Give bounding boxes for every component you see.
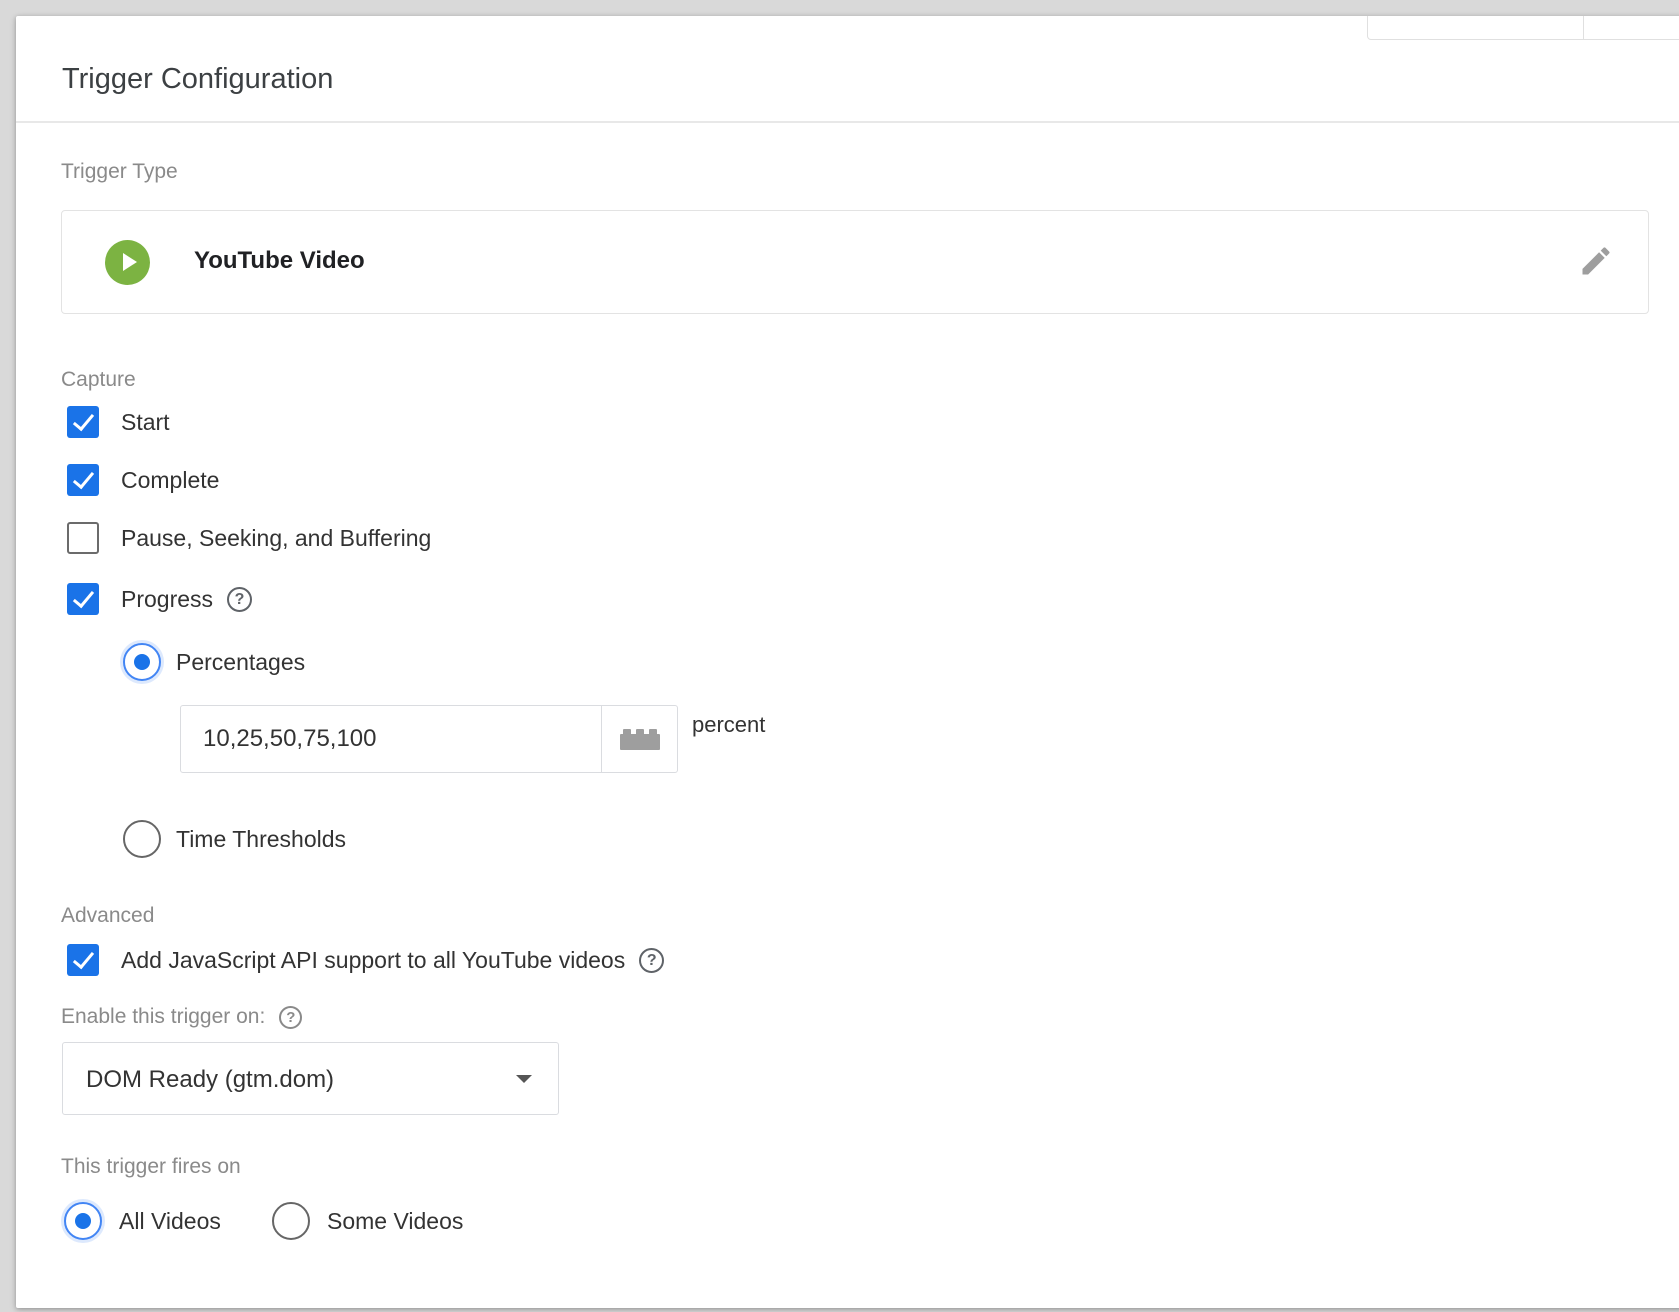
- start-checkbox[interactable]: [67, 406, 99, 438]
- chevron-down-icon: [516, 1075, 532, 1083]
- capture-complete-row[interactable]: Complete: [67, 464, 219, 496]
- percentages-input[interactable]: 10,25,50,75,100: [180, 705, 678, 773]
- time-thresholds-option[interactable]: Time Thresholds: [123, 820, 346, 858]
- enable-trigger-help-icon[interactable]: ?: [279, 1005, 303, 1029]
- js-api-row[interactable]: Add JavaScript API support to all YouTub…: [67, 944, 665, 976]
- time-thresholds-label: Time Thresholds: [176, 825, 347, 852]
- progress-label: Progress: [121, 585, 214, 612]
- some-videos-label: Some Videos: [327, 1207, 464, 1234]
- pause-seeking-buffering-checkbox[interactable]: [67, 522, 99, 554]
- js-api-help-icon[interactable]: ?: [639, 947, 665, 973]
- trigger-type-name: YouTube Video: [194, 247, 365, 274]
- some-videos-option[interactable]: Some Videos: [272, 1202, 463, 1240]
- percentages-radio[interactable]: [123, 643, 161, 681]
- time-thresholds-radio[interactable]: [123, 820, 161, 858]
- insert-variable-button[interactable]: [601, 706, 677, 772]
- pause-seeking-buffering-label: Pause, Seeking, and Buffering: [121, 524, 432, 551]
- enable-trigger-label: Enable this trigger on:: [61, 1005, 266, 1028]
- percentages-option[interactable]: Percentages: [123, 643, 305, 681]
- enable-trigger-dropdown[interactable]: DOM Ready (gtm.dom): [62, 1042, 559, 1115]
- trigger-type-selector[interactable]: YouTube Video: [61, 210, 1649, 314]
- js-api-label: Add JavaScript API support to all YouTub…: [121, 946, 626, 973]
- advanced-label: Advanced: [61, 904, 155, 927]
- js-api-checkbox[interactable]: [67, 944, 99, 976]
- percent-unit-label: percent: [692, 712, 766, 737]
- card-header: Trigger Configuration: [16, 16, 1679, 123]
- complete-label: Complete: [121, 466, 220, 493]
- all-videos-label: All Videos: [119, 1207, 221, 1234]
- enable-trigger-value: DOM Ready (gtm.dom): [86, 1066, 335, 1093]
- some-videos-radio[interactable]: [272, 1202, 310, 1240]
- all-videos-radio[interactable]: [64, 1202, 102, 1240]
- progress-checkbox[interactable]: [67, 583, 99, 615]
- complete-checkbox[interactable]: [67, 464, 99, 496]
- capture-pause-row[interactable]: Pause, Seeking, and Buffering: [67, 522, 431, 554]
- enable-trigger-label-row: Enable this trigger on: ?: [61, 1005, 303, 1029]
- progress-help-icon[interactable]: ?: [227, 586, 253, 612]
- percentages-label: Percentages: [176, 648, 306, 675]
- capture-progress-row[interactable]: Progress ?: [67, 583, 253, 615]
- all-videos-option[interactable]: All Videos: [64, 1202, 221, 1240]
- capture-label: Capture: [61, 368, 136, 391]
- capture-start-row[interactable]: Start: [67, 406, 170, 438]
- percentages-value[interactable]: 10,25,50,75,100: [181, 706, 601, 772]
- fires-on-label: This trigger fires on: [61, 1155, 241, 1178]
- play-circle-icon: [105, 240, 150, 285]
- page-title: Trigger Configuration: [62, 63, 334, 95]
- variable-bricks-icon: [620, 729, 660, 750]
- start-label: Start: [121, 408, 170, 435]
- edit-pencil-icon[interactable]: [1578, 243, 1614, 279]
- trigger-type-label: Trigger Type: [61, 160, 178, 183]
